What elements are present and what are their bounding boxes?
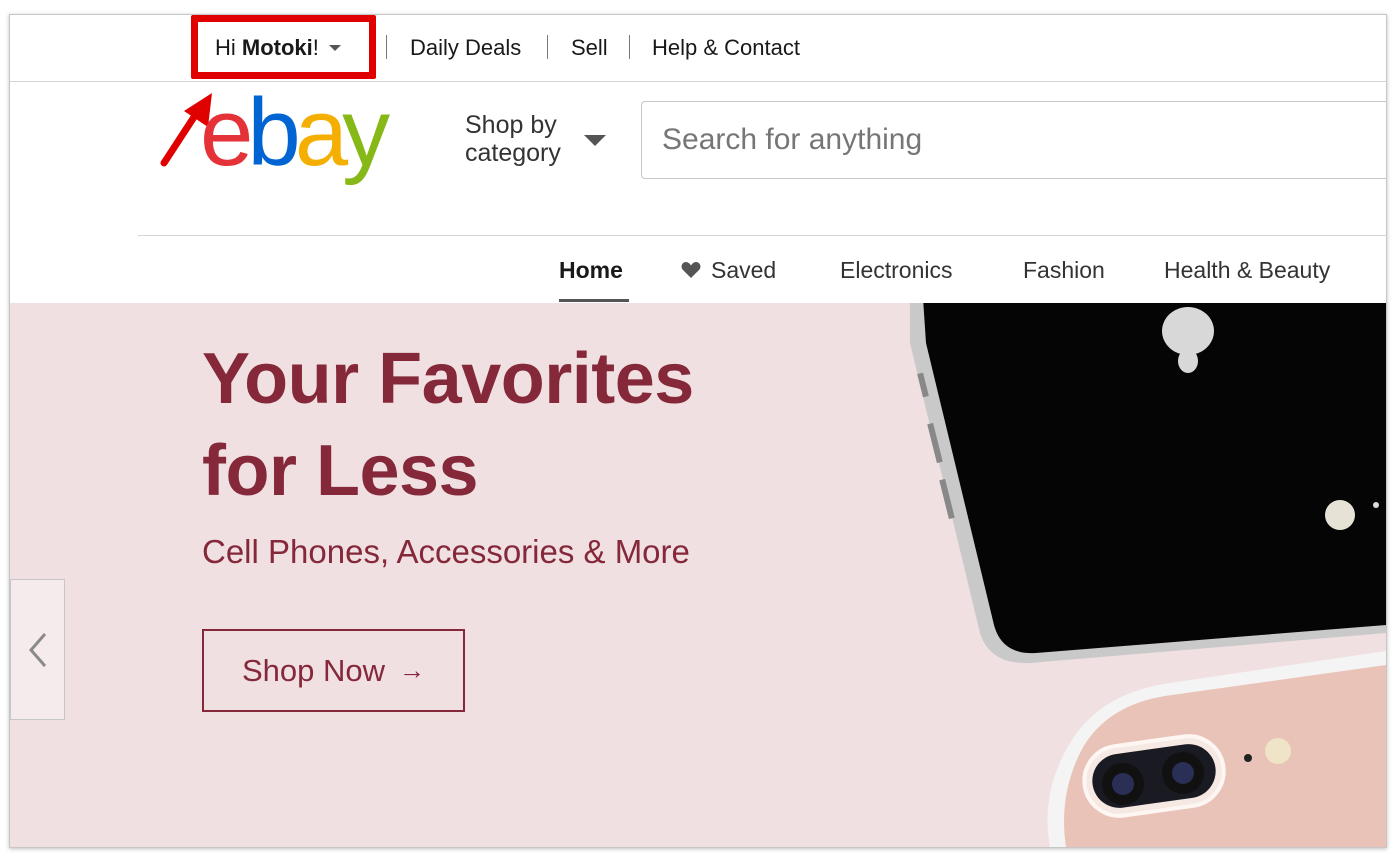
hero-banner: Your Favorites for Less Cell Phones, Acc… xyxy=(10,303,1386,847)
arrow-right-icon: → xyxy=(399,655,426,685)
phone-product-image xyxy=(910,303,1386,847)
shop-by-label: Shop by xyxy=(465,111,557,139)
shop-by-category-button[interactable]: Shop by category xyxy=(465,111,561,167)
hero-subtitle: Cell Phones, Accessories & More xyxy=(202,533,690,570)
help-contact-link[interactable]: Help & Contact xyxy=(652,35,800,61)
divider xyxy=(386,35,387,59)
shop-now-label: Shop Now xyxy=(241,652,386,688)
hero-title-line2: for Less xyxy=(202,431,479,511)
nav-saved[interactable]: Saved xyxy=(681,257,776,284)
sell-link[interactable]: Sell xyxy=(571,35,608,61)
nav-home[interactable]: Home xyxy=(559,257,623,284)
nav-fashion[interactable]: Fashion xyxy=(1023,257,1105,284)
nav-saved-label: Saved xyxy=(711,257,777,283)
ebay-logo[interactable]: ebay xyxy=(200,87,450,187)
top-utility-bar: Hi Motoki! Daily Deals Sell Help & Conta… xyxy=(10,15,1386,82)
divider xyxy=(629,35,630,59)
shop-now-button[interactable]: Shop Now → xyxy=(202,629,465,712)
daily-deals-link[interactable]: Daily Deals xyxy=(410,35,521,61)
nav-electronics[interactable]: Electronics xyxy=(840,257,952,284)
carousel-prev-button[interactable] xyxy=(10,579,65,720)
hero-title: Your Favorites for Less xyxy=(202,333,694,517)
annotation-highlight-box xyxy=(191,15,376,79)
nav-health-beauty[interactable]: Health & Beauty xyxy=(1164,257,1330,284)
chevron-left-icon xyxy=(28,632,46,667)
hero-title-line1: Your Favorites xyxy=(202,339,694,419)
search-input[interactable] xyxy=(660,122,1364,158)
svg-text:ebay: ebay xyxy=(200,87,390,186)
active-tab-indicator xyxy=(559,299,629,302)
heart-icon xyxy=(681,262,701,278)
divider xyxy=(547,35,548,59)
search-box xyxy=(641,101,1386,179)
category-label: category xyxy=(465,139,561,167)
chevron-down-icon xyxy=(584,135,606,146)
nav-divider xyxy=(138,235,1386,236)
browser-viewport: Hi Motoki! Daily Deals Sell Help & Conta… xyxy=(9,14,1387,848)
